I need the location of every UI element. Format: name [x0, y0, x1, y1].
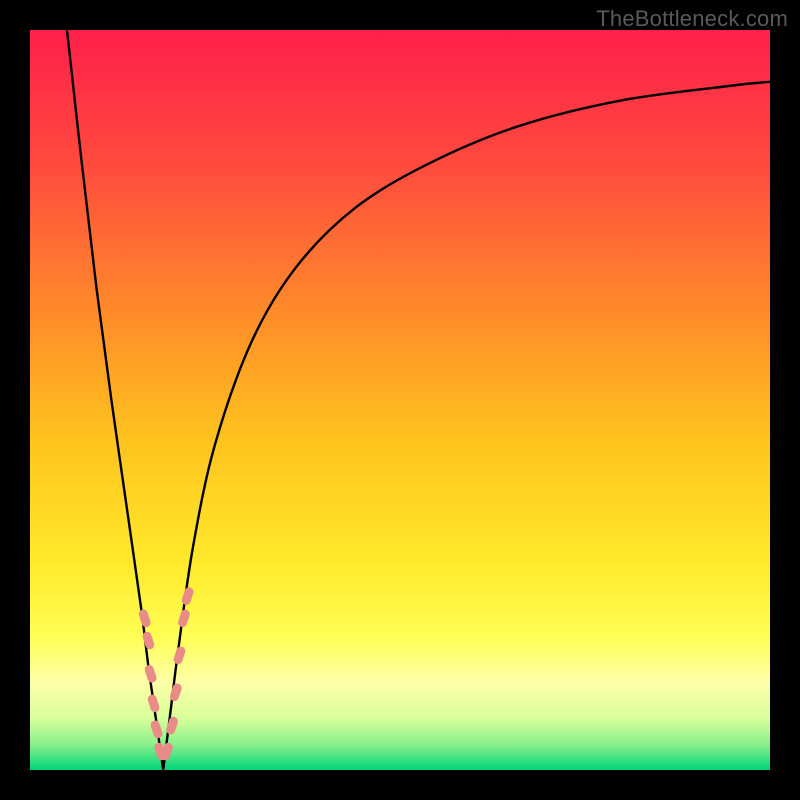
curve-right: [163, 82, 770, 770]
bead-marker: [147, 693, 161, 713]
bead-marker: [144, 664, 158, 684]
bead-marker: [138, 608, 152, 628]
curve-left: [67, 30, 163, 770]
curve-layer: [30, 30, 770, 770]
plot-area: [30, 30, 770, 770]
bead-marker: [177, 608, 191, 628]
bead-marker: [165, 716, 179, 736]
bead-marker: [181, 586, 195, 606]
bead-marker: [141, 631, 155, 651]
bead-marker: [172, 645, 186, 665]
highlight-beads: [138, 586, 195, 761]
chart-frame: TheBottleneck.com: [0, 0, 800, 800]
bead-marker: [149, 719, 163, 739]
watermark-text: TheBottleneck.com: [596, 6, 788, 32]
bead-marker: [169, 682, 183, 702]
